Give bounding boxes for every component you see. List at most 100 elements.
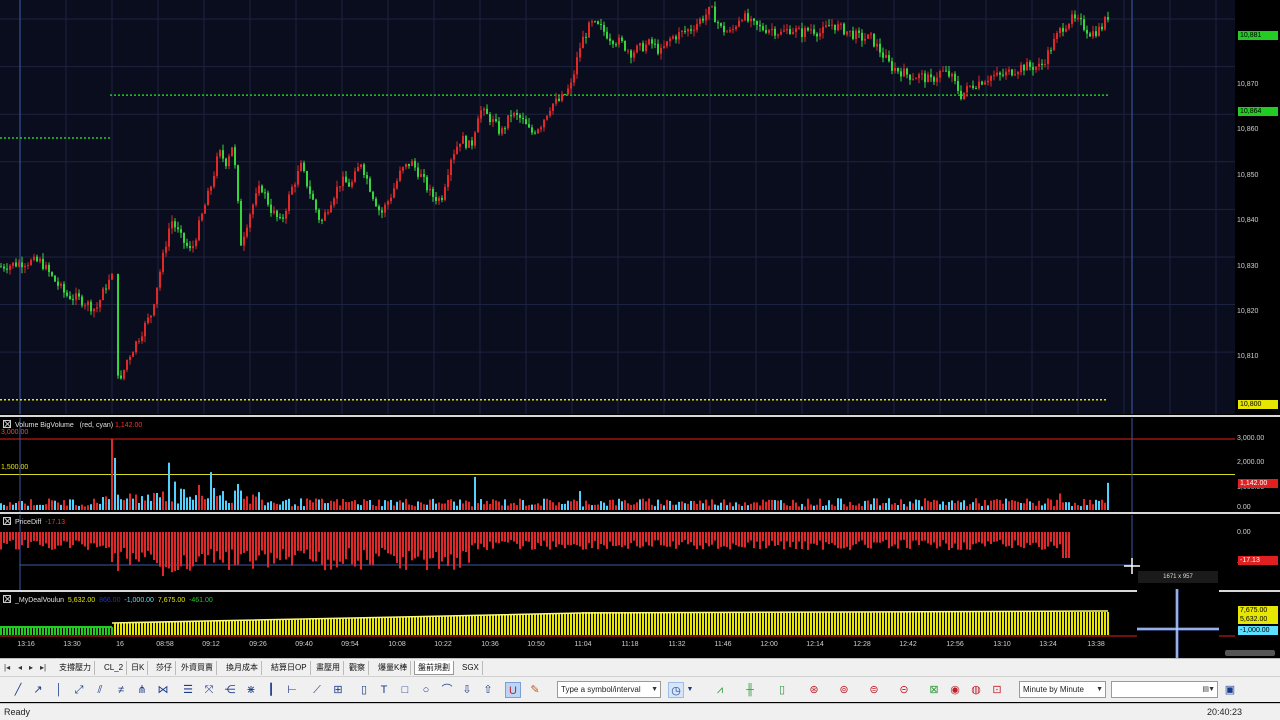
pane-separator[interactable] [0,512,1280,514]
tab-item[interactable]: 觀察 [346,661,369,675]
dealvolume-bar [270,619,272,635]
tab-item[interactable]: 支撐壓力 [56,661,95,675]
price-chart[interactable] [0,0,1235,414]
gann-icon[interactable]: ⋈ [155,682,171,698]
magnet-icon[interactable]: U [505,682,521,698]
line-tool-icon[interactable]: ╱ [10,682,26,698]
volume-bar [360,505,362,510]
tab-item[interactable]: 換月成本 [223,661,262,675]
parallel-icon[interactable]: ≠ [113,682,129,698]
tab-item[interactable]: SGX [459,661,483,675]
trendline-icon[interactable]: ⤢ [71,682,87,698]
orders-icon[interactable]: ⊠ [926,682,942,698]
arrow-down-tool-icon[interactable]: ⇩ [459,682,475,698]
tab-item[interactable]: 莎仔 [153,661,176,675]
tab-next-icon[interactable]: ▸ [29,663,33,672]
dealvolume-bar [546,613,548,635]
volume-pane[interactable]: Volume BigVolume (red, cyan) 1,142.00 3,… [0,418,1235,512]
speed-lines-icon[interactable]: ⊢ [284,682,300,698]
arc-tool-icon[interactable]: ⌒ [439,682,455,698]
volume-bar [321,498,323,510]
ruler-icon[interactable]: ▯ [356,682,372,698]
tab-item[interactable]: 外資買賣 [178,661,217,675]
tab-item[interactable]: 結算日OP [268,661,311,675]
dealvolume-bar [483,615,485,635]
chevron-down-icon[interactable]: ▼ [686,682,694,698]
rectangle-tool-icon[interactable]: □ [397,682,413,698]
pricediff-bar [633,532,635,541]
volume-bar [738,504,740,510]
line-chart-icon[interactable]: ⩘ [712,682,728,698]
clock-icon[interactable]: ◷ [668,682,684,698]
ray-tool-icon[interactable]: ↗ [30,682,46,698]
vertical-line-icon[interactable]: │ [51,682,67,698]
regression-icon[interactable]: ⟋ [309,682,325,698]
dealvolume-bar [63,627,65,635]
pricediff-bar [387,532,389,554]
interval-select[interactable]: Minute by Minute ▼ [1019,681,1106,698]
pricediff-bar [708,532,710,547]
volume-bar [921,506,923,510]
tab-item[interactable]: 日K [128,661,149,675]
dealvolume-pane[interactable]: _MyDealVoulun 5,632.00 866.00 -1,000.00 … [0,593,1235,638]
bar-chart-icon[interactable]: ╫ [742,682,758,698]
dealvolume-bar [936,612,938,635]
tab-item[interactable]: 爆量K棒 [375,661,412,675]
tab-item[interactable]: CL_2 [101,661,128,675]
search-box[interactable]: ▤ ▼ [1111,681,1218,698]
price-chart-pane[interactable] [0,0,1235,414]
candle-body [612,40,614,45]
eraser-icon[interactable]: ✎ [527,682,543,698]
symbol-input[interactable]: Type a symbol/interval ▼ [557,681,661,698]
candle-icon[interactable]: ▯ [774,682,790,698]
report-icon[interactable]: ⊡ [989,682,1005,698]
dealvolume-bar [972,612,974,635]
channel-icon[interactable]: ⫽ [92,682,108,698]
cycle-lines-icon[interactable]: ┃ [263,682,279,698]
account-icon[interactable]: ◍ [968,682,984,698]
tab-last-icon[interactable]: ▸| [40,663,46,672]
pricediff-bar [750,532,752,541]
indicator-icon[interactable]: ⊛ [806,682,822,698]
candle-body [699,18,701,24]
candle-body [849,30,851,32]
dealvolume-bar [645,612,647,635]
fib-arc-icon[interactable]: ⋲ [222,682,238,698]
ellipse-tool-icon[interactable]: ○ [418,682,434,698]
horizontal-scrollbar[interactable] [1225,650,1275,656]
dealvolume-bar [519,614,521,635]
text-tool-icon[interactable]: T [376,682,392,698]
candle-body [558,98,560,101]
tab-item[interactable]: 盤前規劃 [414,661,454,675]
volume-bar [567,500,569,510]
tab-item[interactable]: 畫壓用 [313,661,344,675]
pricediff-pane[interactable]: PriceDiff -17.13 [0,515,1235,590]
arrow-up-tool-icon[interactable]: ⇧ [480,682,496,698]
alert-icon[interactable]: ⊜ [866,682,882,698]
dealvolume-bar [219,620,221,635]
pricediff-bar [330,532,332,570]
fib-fan-icon[interactable]: ⤧ [201,682,217,698]
pitchfork-icon[interactable]: ⋔ [134,682,150,698]
candle-body [6,268,8,270]
tab-prev-icon[interactable]: ◂ [18,663,22,672]
dealvolume-bar [348,618,350,635]
pane-separator[interactable] [0,590,1280,592]
candle-body [336,186,338,199]
close-pane-icon[interactable] [3,420,11,428]
candle-body [747,13,749,22]
volume-bar [174,481,176,510]
candle-body [204,205,206,214]
tab-first-icon[interactable]: |◂ [4,663,10,672]
grid-tool-icon[interactable]: ⊞ [330,682,346,698]
settings-icon[interactable]: ▣ [1222,682,1238,698]
close-pane-icon[interactable] [3,517,11,525]
dealvolume-bar [912,612,914,635]
position-icon[interactable]: ⊝ [896,682,912,698]
trade-icon[interactable]: ◉ [947,682,963,698]
close-pane-icon[interactable] [3,595,11,603]
fibonacci-icon[interactable]: ☰ [180,682,196,698]
pane-separator[interactable] [0,415,1280,417]
fib-time-icon[interactable]: ⋇ [243,682,259,698]
strategy-icon[interactable]: ⊚ [836,682,852,698]
